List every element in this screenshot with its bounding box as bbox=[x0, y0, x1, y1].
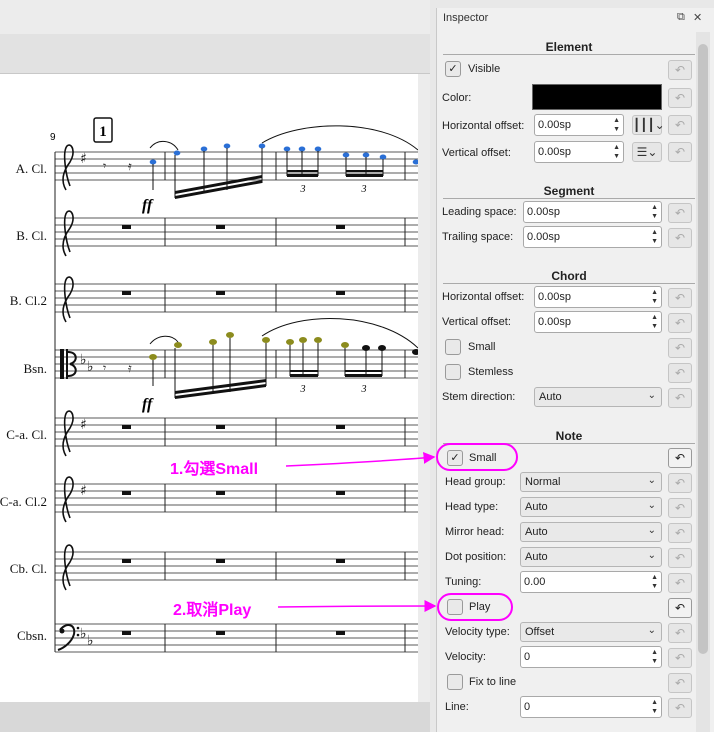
arrow-to-small bbox=[285, 451, 436, 467]
arrow-to-play bbox=[277, 600, 437, 613]
annotation-arrows bbox=[277, 451, 437, 613]
